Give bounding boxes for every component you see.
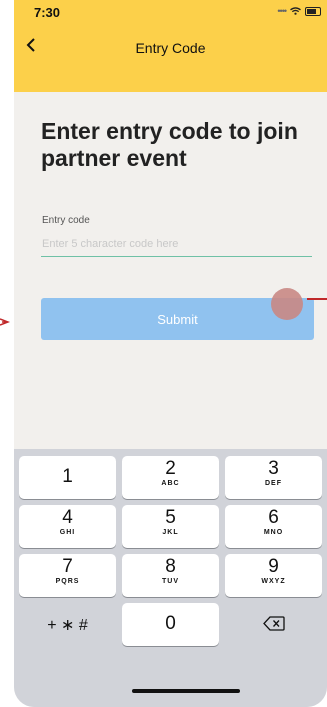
status-time: 7:30 [34, 5, 61, 20]
wifi-icon [290, 7, 301, 15]
heading: Enter entry code to join partner event [41, 118, 298, 172]
entry-code-input[interactable] [41, 234, 312, 257]
annotation-line [307, 298, 327, 300]
annotation-arrow-icon [0, 318, 10, 326]
key-5[interactable]: 5 JKL [122, 505, 219, 548]
battery-icon [305, 6, 321, 16]
key-1[interactable]: 1 [19, 456, 116, 499]
key-7[interactable]: 7 PQRS [19, 554, 116, 597]
page-title: Entry Code [135, 40, 206, 56]
home-indicator [132, 689, 240, 693]
backspace-icon [262, 616, 285, 631]
key-3[interactable]: 3 DEF [225, 456, 322, 499]
key-6[interactable]: 6 MNO [225, 505, 322, 548]
key-4[interactable]: 4 GHI [19, 505, 116, 548]
numeric-keyboard: 1 2 ABC 3 DEF 4 GHI 5 JKL 6 MNO 7 PQRS 8… [14, 449, 327, 707]
phone-screen: 7:30 •••• Entry Code Enter entry code to… [14, 0, 327, 707]
signal-icon: •••• [277, 6, 287, 16]
key-2[interactable]: 2 ABC [122, 456, 219, 499]
header-bar: 7:30 •••• Entry Code [14, 0, 327, 92]
key-9[interactable]: 9 WXYZ [225, 554, 322, 597]
key-0[interactable]: 0 [122, 603, 219, 646]
key-8[interactable]: 8 TUV [122, 554, 219, 597]
touch-indicator [271, 288, 303, 320]
entry-code-label: Entry code [42, 215, 90, 226]
status-icons: •••• [277, 6, 321, 16]
key-delete[interactable] [225, 603, 322, 646]
key-symbols[interactable]: + ∗ # [19, 603, 116, 646]
